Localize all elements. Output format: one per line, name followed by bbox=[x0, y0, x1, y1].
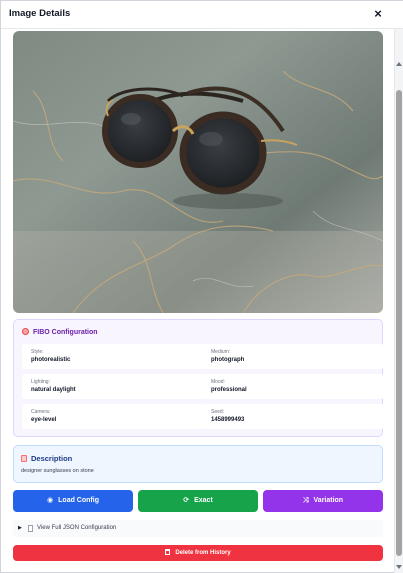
modal-title: Image Details bbox=[9, 8, 71, 19]
exact-label: Exact bbox=[194, 497, 213, 504]
fibo-field-value: 1458999493 bbox=[211, 417, 245, 423]
view-json-toggle[interactable]: ▶ View Full JSON Configuration bbox=[13, 520, 383, 537]
note-icon bbox=[21, 455, 27, 462]
document-icon bbox=[28, 525, 33, 532]
eye-icon: ◉ bbox=[47, 497, 54, 504]
delete-label: Delete from History bbox=[175, 550, 231, 556]
caret-right-icon: ▶ bbox=[18, 525, 22, 531]
vertical-scrollbar[interactable] bbox=[394, 29, 403, 573]
fibo-field-key: Lighting: bbox=[31, 379, 50, 385]
fibo-field-value: photograph bbox=[211, 357, 245, 363]
variation-label: Variation bbox=[313, 497, 344, 504]
fibo-field-camera: Camera: eye-level bbox=[22, 404, 204, 429]
fibo-field-style: Style: photorealistic bbox=[22, 344, 204, 369]
description-title-text: Description bbox=[31, 454, 73, 463]
sunglasses-photo bbox=[13, 31, 383, 313]
fibo-field-key: Medium: bbox=[211, 349, 231, 355]
palette-icon bbox=[22, 328, 29, 335]
refresh-icon: ⟳ bbox=[183, 497, 190, 504]
exact-button[interactable]: ⟳ Exact bbox=[138, 490, 258, 512]
fibo-field-key: Camera: bbox=[31, 409, 51, 415]
fibo-field-key: Seed: bbox=[211, 409, 225, 415]
trash-icon bbox=[165, 549, 171, 555]
delete-from-history-button[interactable]: Delete from History bbox=[13, 545, 383, 561]
photo-image bbox=[13, 31, 383, 313]
scroll-down-arrow-icon[interactable] bbox=[396, 565, 402, 569]
modal-content: FIBO Configuration Style: photorealistic… bbox=[1, 29, 394, 573]
fibo-field-lighting: Lighting: natural daylight bbox=[22, 374, 204, 399]
fibo-field-value: eye-level bbox=[31, 417, 57, 423]
view-json-label: View Full JSON Configuration bbox=[37, 525, 117, 531]
modal-header: Image Details × bbox=[1, 1, 403, 29]
scrollbar-thumb[interactable] bbox=[396, 90, 402, 556]
fibo-field-medium: Medium: photograph bbox=[202, 344, 384, 369]
close-icon[interactable]: × bbox=[371, 6, 385, 22]
fibo-field-key: Mood: bbox=[211, 379, 225, 385]
description-title: Description bbox=[21, 454, 72, 463]
description-panel: Description designer sunglasses on stone bbox=[13, 445, 383, 483]
fibo-field-value: professional bbox=[211, 387, 247, 393]
fibo-title-text: FIBO Configuration bbox=[33, 329, 98, 336]
image-details-modal: Image Details × FIBO Configuration Style… bbox=[0, 0, 403, 573]
description-text: designer sunglasses on stone bbox=[21, 468, 94, 474]
fibo-field-value: photorealistic bbox=[31, 357, 71, 363]
fibo-field-value: natural daylight bbox=[31, 387, 76, 393]
fibo-field-mood: Mood: professional bbox=[202, 374, 384, 399]
scroll-up-arrow-icon[interactable] bbox=[396, 62, 402, 66]
load-config-button[interactable]: ◉ Load Config bbox=[13, 490, 133, 512]
fibo-title: FIBO Configuration bbox=[22, 328, 98, 336]
fibo-field-seed: Seed: 1458999493 bbox=[202, 404, 384, 429]
load-config-label: Load Config bbox=[58, 497, 99, 504]
variation-button[interactable]: ⤨ Variation bbox=[263, 490, 383, 512]
shuffle-icon: ⤨ bbox=[302, 497, 309, 504]
fibo-configuration-panel: FIBO Configuration Style: photorealistic… bbox=[13, 319, 384, 437]
fibo-field-key: Style: bbox=[31, 349, 44, 355]
